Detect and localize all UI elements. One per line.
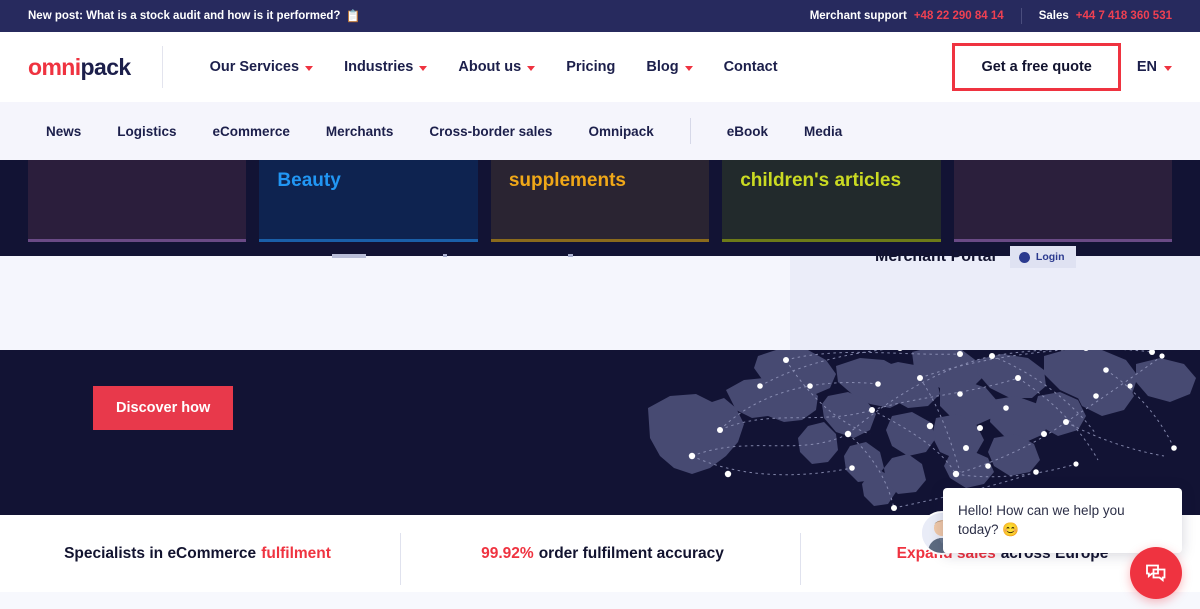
logo-text-primary: omni [28, 54, 81, 80]
industry-tiles-list: Beauty supplements children's articles [28, 160, 1172, 256]
nav-item-about-us[interactable]: About us [458, 59, 535, 75]
nav-actions: Get a free quote EN [952, 43, 1172, 91]
stat-highlight: 99.92% [481, 545, 534, 563]
nav-label: About us [458, 59, 521, 75]
main-navigation: omnipack Our Services Industries About u… [0, 32, 1200, 102]
tile-underline [259, 239, 477, 242]
chevron-down-icon [305, 66, 313, 71]
subnav-item-media[interactable]: Media [786, 124, 860, 139]
secondary-navigation: News Logistics eCommerce Merchants Cross… [0, 102, 1200, 160]
logo-divider [162, 46, 163, 88]
subnav-item-cross-border-sales[interactable]: Cross-border sales [411, 124, 570, 139]
user-icon [1019, 252, 1030, 263]
chat-launcher-button[interactable] [1130, 547, 1182, 599]
page-root: New post: What is a stock audit and how … [0, 0, 1200, 609]
stat-suffix: order fulfilment accuracy [539, 545, 724, 563]
light-panel-band: Merchant Portal Login [0, 256, 1200, 350]
sales-contact[interactable]: Sales +44 7 418 360 531 [1022, 10, 1172, 22]
industry-tile-beauty[interactable]: Beauty [259, 160, 477, 242]
nav-label: Contact [724, 59, 778, 75]
industry-tile-1[interactable] [28, 160, 246, 242]
discover-how-button[interactable]: Discover how [93, 386, 233, 430]
subnav-item-ecommerce[interactable]: eCommerce [195, 124, 308, 139]
subnav-divider [690, 118, 691, 144]
tile-label: children's articles [740, 168, 922, 193]
tile-label: Beauty [277, 168, 459, 193]
chevron-down-icon [419, 66, 427, 71]
nav-item-industries[interactable]: Industries [344, 59, 427, 75]
tile-underline [28, 239, 246, 242]
nav-item-our-services[interactable]: Our Services [210, 59, 313, 75]
language-selector[interactable]: EN [1137, 59, 1172, 75]
subnav-item-logistics[interactable]: Logistics [99, 124, 194, 139]
nav-item-contact[interactable]: Contact [724, 59, 778, 75]
industry-tile-supplements[interactable]: supplements [491, 160, 709, 242]
stat-prefix: Specialists in eCommerce [64, 545, 256, 563]
footer-strip [0, 592, 1200, 609]
tile-label: supplements [509, 168, 691, 193]
stat-item-fulfilment: Specialists in eCommerce fulfilment [0, 545, 400, 563]
clipboard-icon: 📋 [345, 9, 360, 23]
light-panel-right: Merchant Portal Login [790, 256, 1200, 350]
chat-greeting-text: Hello! How can we help you today? 😊 [958, 503, 1125, 537]
tile-underline [722, 239, 940, 242]
announcement-text: New post: What is a stock audit and how … [28, 10, 340, 22]
chevron-down-icon [527, 66, 535, 71]
announcement-link[interactable]: New post: What is a stock audit and how … [28, 9, 360, 23]
nav-label: Pricing [566, 59, 615, 75]
nav-item-pricing[interactable]: Pricing [566, 59, 615, 75]
industry-tile-childrens-articles[interactable]: children's articles [722, 160, 940, 242]
merchant-support-contact[interactable]: Merchant support +48 22 290 84 14 [793, 10, 1021, 22]
merchant-support-label: Merchant support [810, 10, 907, 22]
chat-greeting-bubble: Hello! How can we help you today? 😊 [943, 488, 1182, 553]
stat-item-accuracy: 99.92% order fulfilment accuracy [400, 545, 800, 563]
sales-phone[interactable]: +44 7 418 360 531 [1076, 10, 1172, 22]
tile-underline [954, 239, 1172, 242]
light-panel-left [0, 256, 790, 350]
tile-underline [491, 239, 709, 242]
chevron-down-icon [685, 66, 693, 71]
login-button[interactable]: Login [1010, 246, 1076, 268]
language-label: EN [1137, 59, 1157, 75]
login-label: Login [1036, 251, 1065, 263]
subnav-item-omnipack[interactable]: Omnipack [570, 124, 671, 139]
get-free-quote-button[interactable]: Get a free quote [952, 43, 1120, 91]
merchant-portal-row: Merchant Portal Login [875, 246, 1076, 268]
nav-label: Our Services [210, 59, 299, 75]
subnav-item-news[interactable]: News [28, 124, 99, 139]
subnav-item-ebook[interactable]: eBook [709, 124, 786, 139]
nav-label: Blog [646, 59, 678, 75]
topbar-contacts: Merchant support +48 22 290 84 14 Sales … [793, 8, 1172, 24]
primary-nav-list: Our Services Industries About us Pricing… [210, 59, 778, 75]
logo-text-secondary: pack [81, 54, 131, 80]
merchant-support-phone[interactable]: +48 22 290 84 14 [914, 10, 1004, 22]
nav-label: Industries [344, 59, 413, 75]
industry-tile-5[interactable] [954, 160, 1172, 242]
industry-tiles-strip: Beauty supplements children's articles [0, 160, 1200, 256]
site-logo[interactable]: omnipack [28, 54, 131, 81]
subnav-item-merchants[interactable]: Merchants [308, 124, 412, 139]
stat-highlight: fulfilment [261, 545, 331, 563]
announcement-bar: New post: What is a stock audit and how … [0, 0, 1200, 32]
sales-label: Sales [1039, 10, 1069, 22]
chevron-down-icon [1164, 66, 1172, 71]
merchant-portal-title: Merchant Portal [875, 248, 996, 266]
chat-bubbles-icon [1144, 561, 1168, 585]
clipped-text-remnants [0, 254, 790, 260]
nav-item-blog[interactable]: Blog [646, 59, 692, 75]
